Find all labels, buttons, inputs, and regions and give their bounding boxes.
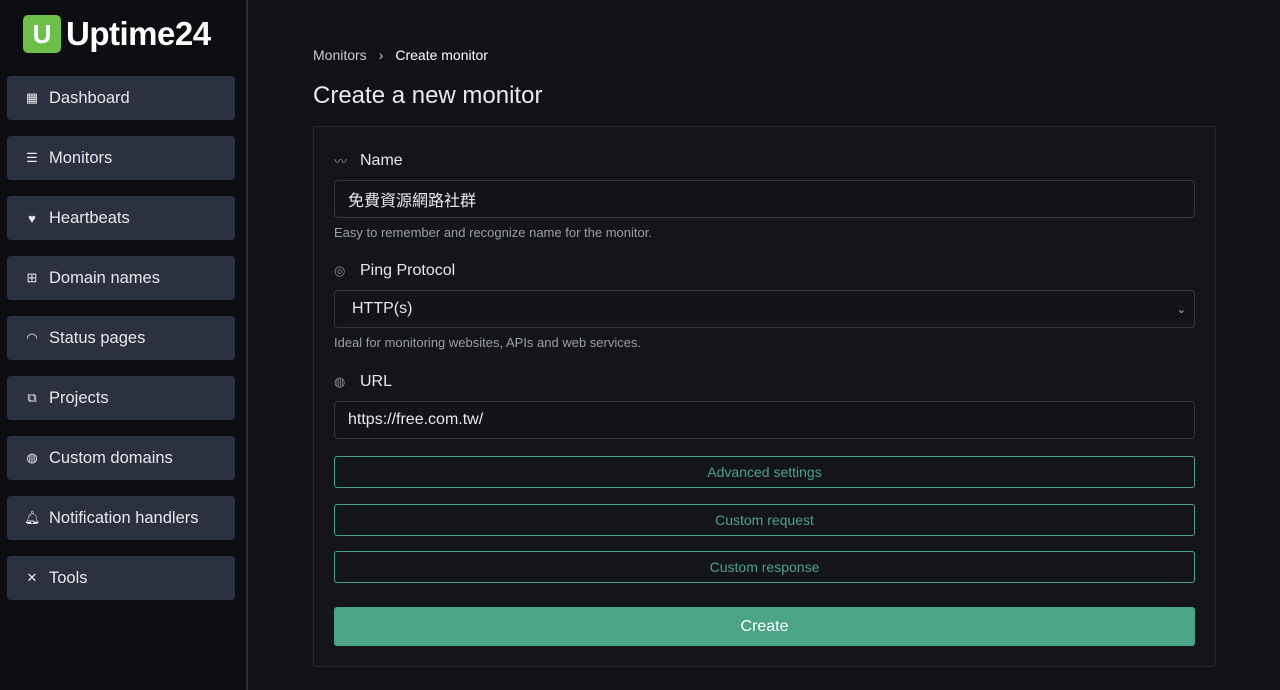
protocol-value: HTTP(s) <box>352 300 413 317</box>
sidebar-item-dashboard[interactable]: ▦ Dashboard <box>7 76 235 120</box>
name-help: Easy to remember and recognize name for … <box>334 225 652 240</box>
url-value: https://free.com.tw/ <box>348 411 484 428</box>
sitemap-icon: ⊞ <box>26 270 38 285</box>
grid-icon: ▦ <box>25 90 39 105</box>
sidebar-item-label: Projects <box>49 388 109 407</box>
sidebar-item-label: Monitors <box>49 148 113 167</box>
url-input[interactable]: https://free.com.tw/ <box>334 401 1195 439</box>
name-value: 免費資源網路社群 <box>348 193 477 210</box>
diagram-icon: ⧉ <box>27 390 37 405</box>
wifi-icon: ◠ <box>26 330 38 345</box>
protocol-help: Ideal for monitoring websites, APIs and … <box>334 335 642 350</box>
tools-icon: ✕ <box>26 570 38 585</box>
logo[interactable]: U Uptime24 <box>23 15 211 53</box>
logo-icon: U <box>23 15 61 53</box>
sidebar-item-label: Dashboard <box>49 88 130 107</box>
sidebar-item-tools[interactable]: ✕ Tools <box>7 556 235 600</box>
protocol-select[interactable]: HTTP(s) ⌄ <box>334 290 1195 328</box>
sidebar-item-status-pages[interactable]: ◠ Status pages <box>7 316 235 360</box>
custom-request-button[interactable]: Custom request <box>334 504 1195 536</box>
url-label: ◍ URL <box>334 373 393 390</box>
globe-icon: ◍ <box>334 374 346 389</box>
sidebar-item-monitors[interactable]: ☰ Monitors <box>7 136 235 180</box>
signature-icon: 〰 <box>334 154 348 169</box>
sidebar-item-heartbeats[interactable]: ♥ Heartbeats <box>7 196 235 240</box>
sidebar-item-label: Custom domains <box>49 448 173 467</box>
globe-icon: ◍ <box>26 450 38 465</box>
fingerprint-icon: ◎ <box>334 263 346 278</box>
name-label: 〰 Name <box>334 151 403 170</box>
sidebar-item-label: Heartbeats <box>49 208 130 227</box>
chevron-right-icon: › <box>378 47 384 63</box>
breadcrumb-current: Create monitor <box>395 47 488 63</box>
sidebar-item-label: Domain names <box>49 268 160 287</box>
create-button[interactable]: Create <box>334 607 1195 646</box>
sidebar-item-custom-domains[interactable]: ◍ Custom domains <box>7 436 235 480</box>
page-title: Create a new monitor <box>313 82 543 109</box>
custom-response-button[interactable]: Custom response <box>334 551 1195 583</box>
heart-pulse-icon: ♥ <box>28 210 36 226</box>
sidebar-item-label: Tools <box>49 568 88 587</box>
sidebar-item-projects[interactable]: ⧉ Projects <box>7 376 235 420</box>
bell-icon: 🔔︎ <box>24 510 41 525</box>
advanced-settings-button[interactable]: Advanced settings <box>334 456 1195 488</box>
create-monitor-form: 〰 Name 免費資源網路社群 Easy to remember and reco… <box>313 126 1216 667</box>
sidebar-item-label: Status pages <box>49 328 146 347</box>
sidebar-item-label: Notification handlers <box>49 508 199 527</box>
breadcrumb: Monitors › Create monitor <box>313 47 488 63</box>
chevron-down-icon: ⌄ <box>1176 303 1186 316</box>
sidebar: U Uptime24 ▦ Dashboard ☰ Monitors ♥ Heartbe… <box>0 0 248 690</box>
breadcrumb-monitors-link[interactable]: Monitors <box>313 47 367 63</box>
name-input[interactable]: 免費資源網路社群 <box>334 180 1195 218</box>
brand-name: Uptime24 <box>66 15 211 52</box>
server-icon: ☰ <box>26 150 38 165</box>
sidebar-item-domain-names[interactable]: ⊞ Domain names <box>7 256 235 300</box>
protocol-label: ◎ Ping Protocol <box>334 262 456 279</box>
sidebar-item-notification-handlers[interactable]: 🔔︎ Notification handlers <box>7 496 235 540</box>
